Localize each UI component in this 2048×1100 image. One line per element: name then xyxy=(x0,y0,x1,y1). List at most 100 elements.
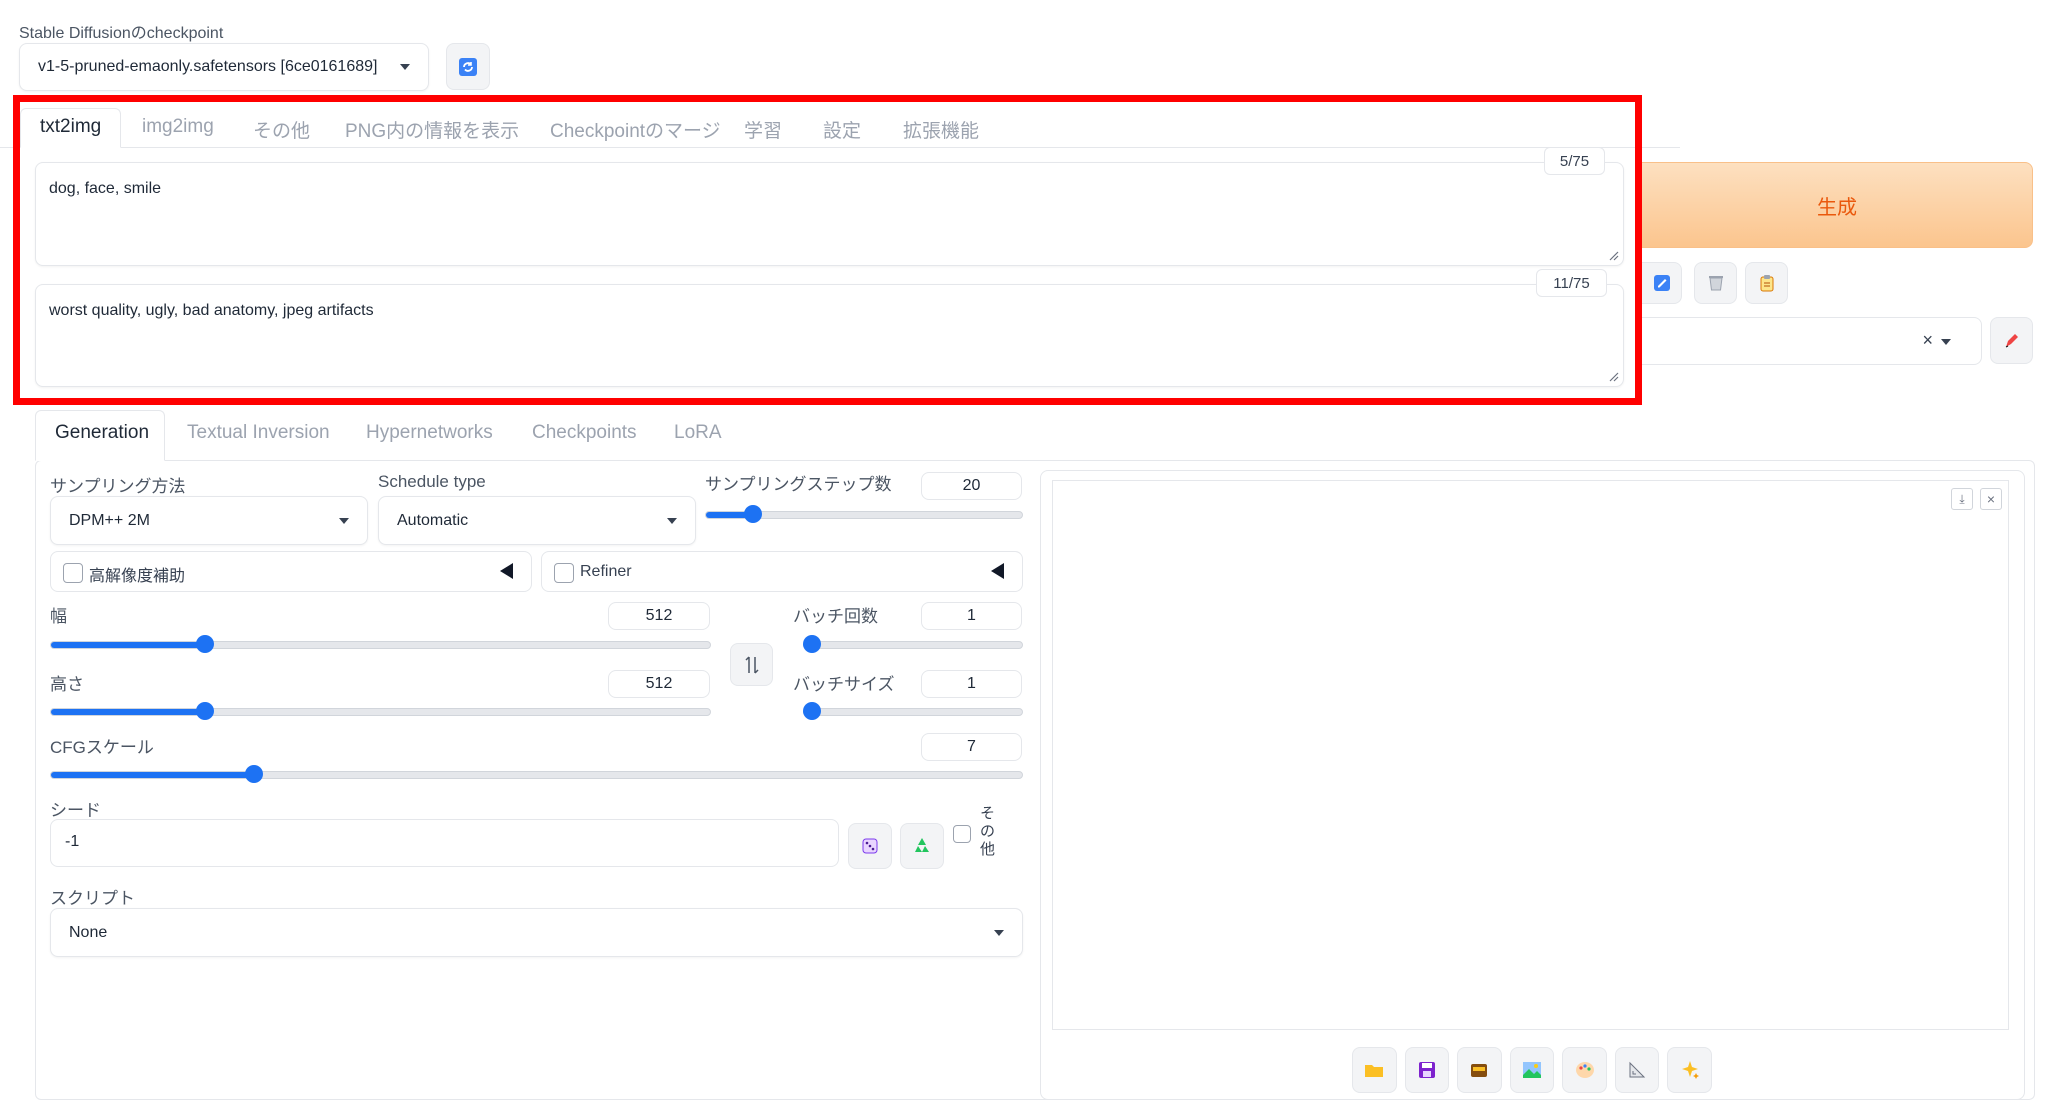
styles-dropdown[interactable]: × xyxy=(1642,317,1982,365)
palette-icon xyxy=(1575,1062,1594,1078)
batch-count-label: バッチ回数 xyxy=(793,607,878,626)
sparkle-icon xyxy=(1681,1061,1699,1079)
upscale-button[interactable] xyxy=(1667,1047,1713,1093)
send-to-inpaint-button[interactable] xyxy=(1562,1047,1607,1093)
script-value: None xyxy=(69,923,108,941)
slider-fill xyxy=(51,772,255,778)
chevron-down-icon xyxy=(339,517,349,524)
chevron-down-icon xyxy=(400,64,410,70)
cfg-scale-slider[interactable] xyxy=(50,765,1023,783)
schedule-type-label: Schedule type xyxy=(378,472,486,491)
dice-icon xyxy=(862,838,878,854)
height-label: 高さ xyxy=(50,675,84,694)
collapse-triangle-icon[interactable] xyxy=(991,563,1004,579)
seed-label: シード xyxy=(50,801,101,820)
slider-track xyxy=(50,771,1023,779)
refiner-accordion[interactable]: Refiner xyxy=(541,551,1023,592)
subtab-hypernetworks[interactable]: Hypernetworks xyxy=(366,422,493,444)
swap-dimensions-button[interactable] xyxy=(730,643,773,686)
slider-track xyxy=(50,708,711,716)
edit-styles-button[interactable] xyxy=(1990,317,2033,364)
trash-icon xyxy=(1708,276,1723,291)
recycle-icon xyxy=(915,838,929,852)
refiner-checkbox[interactable] xyxy=(554,563,574,583)
refiner-label: Refiner xyxy=(580,563,632,580)
batch-count-slider[interactable] xyxy=(803,635,1023,653)
batch-size-input[interactable]: 1 xyxy=(921,670,1022,698)
folder-icon xyxy=(1365,1065,1384,1077)
slider-thumb[interactable] xyxy=(743,505,762,523)
height-slider[interactable] xyxy=(50,702,711,720)
sub-tabs: Generation Textual Inversion Hypernetwor… xyxy=(0,422,760,452)
generate-button[interactable]: 生成 xyxy=(1642,162,2033,248)
output-image-area: ⤓ × xyxy=(1052,480,2009,1030)
reuse-seed-button[interactable] xyxy=(900,823,944,869)
batch-count-input[interactable]: 1 xyxy=(921,602,1022,630)
slider-track xyxy=(50,641,711,649)
send-to-img2img-button[interactable] xyxy=(1509,1047,1555,1093)
ruler-icon xyxy=(1629,1061,1646,1078)
checkpoint-dropdown[interactable]: v1-5-pruned-emaonly.safetensors [6ce0161… xyxy=(19,43,429,91)
zip-button[interactable] xyxy=(1457,1047,1502,1093)
sampling-method-value: DPM++ 2M xyxy=(69,511,150,529)
sampling-method-label: サンプリング方法 xyxy=(50,477,186,496)
cfg-scale-input[interactable]: 7 xyxy=(921,733,1022,761)
slider-track xyxy=(803,708,1023,716)
chevron-down-icon xyxy=(667,517,677,524)
send-to-extras-button[interactable] xyxy=(1614,1047,1660,1093)
extra-seed-checkbox[interactable] xyxy=(953,825,971,843)
open-folder-button[interactable] xyxy=(1352,1047,1397,1093)
subtab-generation[interactable]: Generation xyxy=(55,422,149,444)
slider-thumb[interactable] xyxy=(803,702,821,720)
subtab-checkpoints[interactable]: Checkpoints xyxy=(532,422,637,444)
collapse-triangle-icon[interactable] xyxy=(500,563,513,579)
width-label: 幅 xyxy=(50,607,67,626)
batch-size-label: バッチサイズ xyxy=(793,675,895,694)
clear-prompt-button[interactable] xyxy=(1694,262,1737,304)
slider-thumb[interactable] xyxy=(803,635,821,653)
subtab-lora[interactable]: LoRA xyxy=(674,422,722,444)
refresh-icon xyxy=(459,57,477,76)
paste-button[interactable] xyxy=(1745,262,1788,304)
highlight-frame xyxy=(13,95,1642,405)
seed-input[interactable]: -1 xyxy=(50,819,839,867)
refresh-checkpoint-button[interactable] xyxy=(446,43,490,90)
sampling-steps-slider[interactable] xyxy=(705,505,1023,523)
schedule-type-value: Automatic xyxy=(397,511,469,529)
slider-fill xyxy=(51,642,206,648)
height-input[interactable]: 512 xyxy=(608,670,710,698)
checkpoint-value: v1-5-pruned-emaonly.safetensors [6ce0161… xyxy=(38,58,378,75)
subtab-textual-inversion[interactable]: Textual Inversion xyxy=(187,422,330,444)
download-icon[interactable]: ⤓ xyxy=(1951,488,1973,510)
image-icon xyxy=(1523,1062,1542,1078)
batch-size-slider[interactable] xyxy=(803,702,1023,720)
save-button[interactable] xyxy=(1404,1047,1450,1093)
pencil-icon xyxy=(2005,333,2018,347)
slider-track xyxy=(803,641,1023,649)
apply-style-button[interactable] xyxy=(1642,262,1682,304)
clipboard-icon xyxy=(1760,275,1773,292)
width-slider[interactable] xyxy=(50,635,711,653)
extra-seed-label: その他 xyxy=(980,805,996,858)
hires-fix-checkbox[interactable] xyxy=(63,563,83,583)
edit-icon xyxy=(1653,275,1670,291)
close-icon[interactable]: × xyxy=(1980,488,2002,510)
sampling-steps-input[interactable]: 20 xyxy=(921,472,1022,500)
output-toolbar xyxy=(1352,1047,1713,1093)
save-icon xyxy=(1418,1062,1435,1078)
width-input[interactable]: 512 xyxy=(608,602,710,630)
chevron-down-icon xyxy=(994,929,1004,936)
swap-icon xyxy=(744,655,759,674)
clear-icon[interactable]: × xyxy=(1922,330,1933,351)
script-dropdown[interactable]: None xyxy=(50,908,1023,957)
checkpoint-label: Stable Diffusionのcheckpoint xyxy=(19,25,224,42)
hires-fix-accordion[interactable]: 高解像度補助 xyxy=(50,551,532,592)
sampling-method-dropdown[interactable]: DPM++ 2M xyxy=(50,496,368,545)
sampling-steps-label: サンプリングステップ数 xyxy=(705,475,892,494)
chevron-down-icon xyxy=(1941,339,1951,345)
zip-icon xyxy=(1471,1064,1488,1077)
random-seed-button[interactable] xyxy=(848,823,892,869)
hires-fix-label: 高解像度補助 xyxy=(89,568,186,585)
schedule-type-dropdown[interactable]: Automatic xyxy=(378,496,696,545)
script-label: スクリプト xyxy=(50,889,135,908)
